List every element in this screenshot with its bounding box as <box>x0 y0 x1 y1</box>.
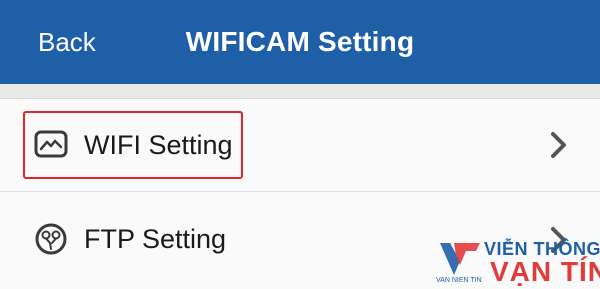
top-navigation-bar: Back WIFICAM Setting <box>0 0 600 84</box>
section-separator <box>0 84 600 99</box>
watermark-line2: VẠN TÍN <box>490 256 600 287</box>
page-title: WIFICAM Setting <box>185 26 415 57</box>
ftp-setting-label: FTP Setting <box>84 224 227 254</box>
wifi-setting-icon <box>34 130 68 158</box>
watermark: VIỄN THÔNG VẠN TÍN VAN NIEN TIN <box>436 235 600 289</box>
watermark-logo-icon <box>440 243 480 275</box>
chevron-right-icon <box>551 132 566 158</box>
wifi-setting-row[interactable]: WIFI Setting <box>0 99 600 192</box>
watermark-small-text: VAN NIEN TIN <box>436 277 482 284</box>
ftp-setting-icon <box>35 223 67 255</box>
wifi-setting-label: WIFI Setting <box>84 130 233 160</box>
